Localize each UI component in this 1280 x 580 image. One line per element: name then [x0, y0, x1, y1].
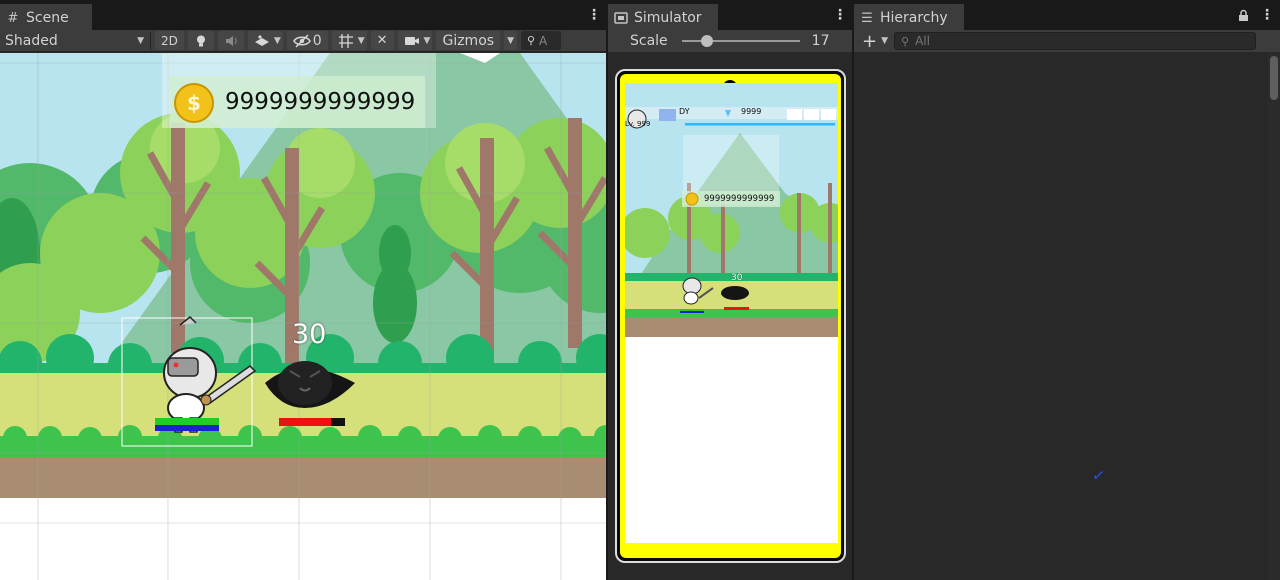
simulator-icon — [614, 12, 628, 24]
simulator-toolbar: Scale 17 — [608, 30, 852, 52]
chevron-down-icon: ▼ — [881, 36, 889, 46]
toggle-2d-button[interactable]: 2D — [155, 31, 184, 50]
grid-snap-icon — [338, 33, 353, 48]
kebab-menu-icon[interactable]: ⋮ — [1260, 8, 1274, 22]
scene-viewport[interactable]: ▼Game⋮Main CameraEventSystemGameSceneIni… — [0, 53, 606, 580]
scene-view-canvas: ▼Game⋮Main CameraEventSystemGameSceneIni… — [0, 53, 606, 580]
chevron-down-icon: ▼ — [357, 35, 365, 46]
hidden-count: 0 — [312, 32, 322, 49]
tab-hierarchy-label: Hierarchy — [880, 10, 948, 26]
scale-slider-track — [681, 40, 800, 42]
hidden-objects-toggle[interactable]: 0 — [286, 31, 328, 50]
gem-count-text: 9999 — [741, 107, 762, 116]
scale-slider-thumb[interactable] — [700, 35, 713, 47]
chevron-down-icon: ▼ — [507, 35, 514, 46]
scene-camera-button[interactable]: ▼ — [397, 31, 433, 50]
player-level-text: Lv. 999 — [625, 120, 651, 128]
tab-hierarchy[interactable]: ☰ Hierarchy — [854, 4, 964, 30]
scene-search-field[interactable]: ⚲ A — [520, 31, 561, 50]
chevron-down-icon: ▼ — [273, 35, 281, 46]
hierarchy-toolbar: + ▼ ⚲ All — [854, 30, 1280, 52]
player-name-text: DY — [679, 107, 690, 116]
tools-icon: ✕ — [376, 33, 388, 48]
scale-value: 17 — [811, 33, 830, 49]
hierarchy-search-input[interactable]: ⚲ All — [894, 32, 1257, 50]
game-damage-text: 30 — [731, 273, 743, 283]
game-coin-text: 9999999999999 — [704, 194, 775, 204]
grid-snap-button[interactable]: ▼ — [331, 31, 367, 50]
grid-icon: # — [7, 10, 19, 26]
search-icon: ⚲ — [901, 34, 910, 48]
chevron-down-icon: ▼ — [423, 35, 431, 46]
scene-search-hint: A — [539, 33, 548, 48]
scale-slider[interactable] — [681, 34, 800, 48]
audio-toggle-button[interactable] — [217, 31, 244, 50]
annotation-check-mark: ✓ — [1090, 465, 1107, 486]
simulator-view: DY Lv. 999 9999 9999999999999 30 — [608, 52, 852, 580]
light-toggle-button[interactable] — [187, 31, 214, 50]
hidden-eye-icon — [292, 33, 311, 48]
scene-tab-bar: # Scene ⋮ — [0, 0, 606, 30]
scene-toolbar: Shaded ▼ 2D ▼ 0 ▼ ✕ ▼ Gizmos ▼ ⚲ A — [0, 30, 606, 52]
gizmos-label: Gizmos — [442, 32, 495, 49]
game-view-canvas — [625, 83, 838, 337]
scene-panel: # Scene ⋮ Shaded ▼ 2D ▼ 0 ▼ ✕ ▼ Gizmos ▼… — [0, 0, 606, 580]
hierarchy-search-placeholder: All — [915, 34, 930, 48]
damage-number-text: 30 — [292, 319, 327, 350]
kebab-menu-icon[interactable]: ⋮ — [833, 8, 847, 22]
hierarchy-tree — [854, 53, 1268, 580]
tab-scene[interactable]: # Scene — [0, 4, 92, 30]
svg-text:$: $ — [187, 91, 201, 115]
tools-button[interactable]: ✕ — [370, 31, 394, 50]
simulator-panel: Simulator ⋮ Scale 17 DY Lv. 999 9999 999… — [608, 0, 852, 580]
simulator-tab-bar: Simulator ⋮ — [608, 0, 852, 30]
effects-toggle-button[interactable]: ▼ — [247, 31, 283, 50]
hierarchy-tab-bar: ☰ Hierarchy ⋮ — [854, 0, 1280, 30]
create-object-button[interactable]: + ▼ — [862, 30, 888, 52]
hierarchy-scrollbar-thumb[interactable] — [1270, 56, 1278, 100]
hierarchy-panel: ☰ Hierarchy ⋮ + ▼ ⚲ All ✓ — [854, 0, 1280, 580]
device-frame: DY Lv. 999 9999 9999999999999 30 — [615, 69, 846, 563]
scale-label: Scale — [630, 33, 668, 49]
camera-icon — [404, 36, 419, 45]
hierarchy-icon: ☰ — [861, 10, 873, 26]
coin-amount-text: 9999999999999 — [225, 89, 416, 115]
tab-scene-label: Scene — [26, 10, 69, 26]
plus-icon: + — [862, 30, 878, 52]
gizmos-button[interactable]: Gizmos — [436, 31, 501, 50]
game-screen[interactable]: DY Lv. 999 9999 9999999999999 30 — [625, 83, 838, 543]
shading-mode-label: Shaded — [5, 32, 58, 49]
toggle-2d-label: 2D — [161, 33, 178, 48]
lock-icon[interactable] — [1238, 9, 1249, 22]
shading-mode-dropdown[interactable]: Shaded ▼ — [0, 30, 148, 52]
effects-icon — [254, 34, 269, 46]
gizmos-dropdown[interactable]: ▼ — [504, 31, 517, 50]
tab-simulator[interactable]: Simulator — [608, 4, 718, 30]
audio-icon — [225, 35, 237, 46]
light-icon — [196, 35, 205, 46]
toolbar-divider — [150, 31, 151, 50]
tab-simulator-label: Simulator — [634, 10, 702, 26]
hierarchy-scrollbar[interactable] — [1268, 53, 1280, 580]
kebab-menu-icon[interactable]: ⋮ — [587, 8, 601, 22]
chevron-down-icon: ▼ — [137, 35, 144, 46]
search-icon: ⚲ — [526, 34, 536, 47]
